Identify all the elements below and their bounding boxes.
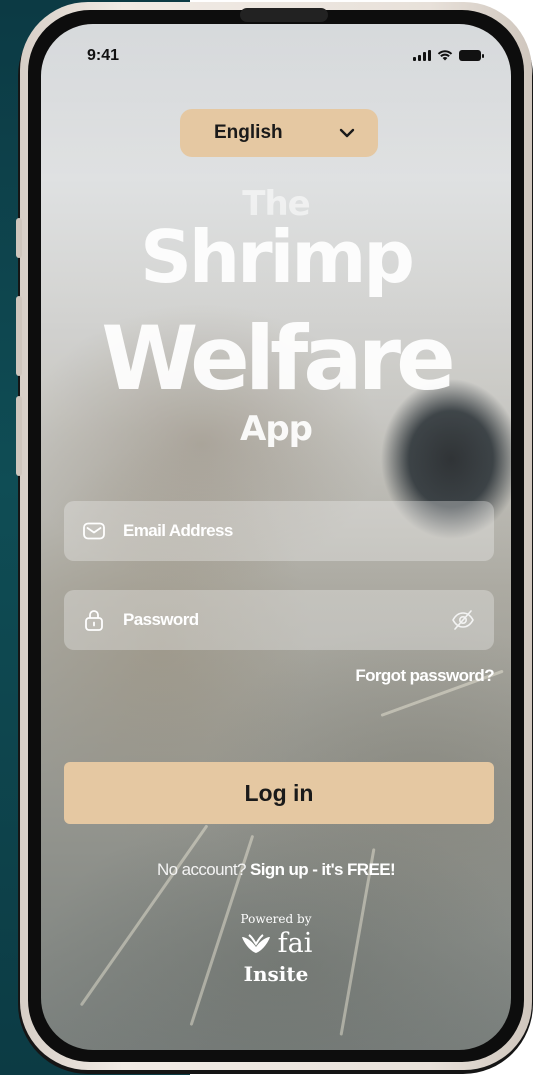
app-title-app: App [240,409,313,449]
password-input[interactable] [121,609,440,631]
phone-side-button [16,218,22,258]
battery-icon [459,50,484,61]
insite-brand-text: Insite [243,962,309,986]
fai-logo: fai [41,928,511,959]
signup-row: No account? Sign up - it's FREE! [41,860,511,880]
language-select[interactable]: English [180,109,378,157]
login-button[interactable]: Log in [64,762,494,824]
forgot-password-link[interactable]: Forgot password? [355,666,494,686]
email-input[interactable] [121,520,476,542]
phone-volume-down [16,396,22,476]
password-field[interactable] [64,590,494,650]
status-icons [413,49,484,61]
lock-icon [85,610,103,631]
email-field[interactable] [64,501,494,561]
signup-prompt: No account? [156,860,246,879]
signal-icon [413,50,431,61]
app-title-welfare: Welfare [101,307,456,410]
app-title-shrimp: Shrimp [140,215,415,299]
fai-brand-text: fai [277,928,313,959]
app-screen: 9:41 English The Shrimp Welfare App Emai… [41,24,511,1050]
status-time: 9:41 [87,47,120,64]
phone-volume-up [16,296,22,376]
powered-by-label: Powered by [240,912,312,926]
language-selected-label: English [214,122,283,143]
phone-speaker [240,8,328,22]
wifi-icon [437,50,453,61]
fai-leaf-icon [241,933,270,953]
chevron-down-icon [339,128,355,138]
eye-off-icon[interactable] [450,607,476,633]
envelope-icon [83,522,105,540]
signup-link[interactable]: Sign up - it's FREE! [250,860,396,879]
